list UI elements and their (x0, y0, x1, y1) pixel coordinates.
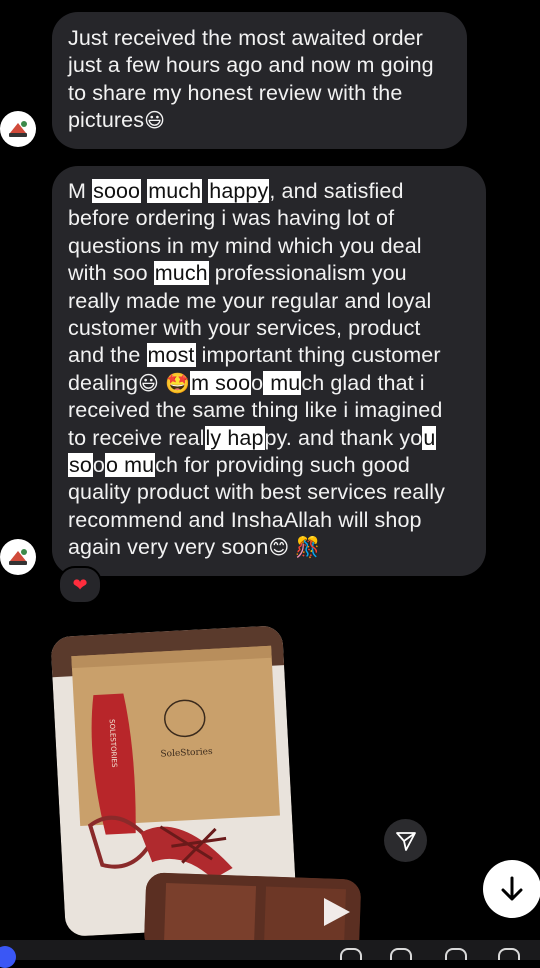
message-line: really made me your regular and loyal (68, 288, 470, 315)
message-line: dealing😃 🤩m sooo much glad that i (68, 370, 470, 397)
emoji: 🎊 (295, 535, 321, 560)
highlighted-text: o mu (104, 453, 156, 478)
add-icon[interactable] (498, 948, 520, 960)
send-icon[interactable] (384, 819, 427, 862)
message-text: py. and thank yo (264, 425, 423, 450)
sticker-icon[interactable] (445, 948, 467, 960)
highlighted-text: so (68, 453, 93, 478)
message-line: M sooo much happy, and satisfied (68, 178, 470, 205)
message-text: just a few hours ago and now m going (68, 53, 434, 78)
message-text: pictures (68, 108, 145, 133)
message-line: customer with your services, product (68, 315, 470, 342)
message-text: o (92, 453, 105, 478)
avatar-logo-icon (1, 112, 35, 146)
highlighted-text: ly hap (204, 425, 265, 450)
emoji: 😃 (138, 370, 159, 395)
highlighted-text: happy (208, 179, 270, 203)
message-line: quality product with best services reall… (68, 479, 470, 506)
message-text: ch for providing such good (155, 453, 410, 478)
message-line: sooo much for providing such good (68, 452, 470, 479)
message-line: questions in my mind which you deal (68, 233, 470, 260)
highlighted-text: mu (263, 370, 302, 395)
message-text: recommend and InshaAllah will shop (68, 507, 422, 532)
highlighted-text: u (422, 425, 437, 450)
message-line: to share my honest review with the (68, 80, 451, 107)
message-text: customer with your services, product (68, 316, 421, 341)
message-text: , and satisfied (269, 179, 404, 203)
highlighted-text: most (146, 343, 196, 368)
message-text: Just received the most awaited order (68, 26, 423, 50)
emoji: 😊 (268, 535, 290, 560)
heart-reaction[interactable]: ❤ (58, 566, 102, 604)
heart-icon: ❤ (72, 574, 88, 595)
message-line: recommend and InshaAllah will shop (68, 507, 470, 534)
message-text: questions in my mind which you deal (68, 233, 422, 258)
message-text: dealing (68, 370, 139, 395)
sender-avatar[interactable] (0, 111, 36, 147)
message-text: really made me your regular and loyal (68, 288, 432, 313)
gallery-icon[interactable] (390, 948, 412, 960)
message-text: before ordering i was having lot of (68, 206, 395, 231)
message-bubble-1[interactable]: Just received the most awaited order just… (52, 12, 467, 149)
message-text: to share my honest review with the (68, 80, 403, 105)
highlighted-text: much (147, 179, 203, 203)
message-line: to receive really happy. and thank you (68, 425, 470, 452)
message-text: again very very soon (68, 535, 269, 560)
microphone-icon[interactable] (340, 948, 362, 960)
message-line: Just received the most awaited order (68, 25, 451, 52)
message-text: quality product with best services reall… (68, 480, 445, 505)
message-text: with soo (68, 261, 154, 286)
message-text: to receive real (68, 425, 205, 450)
emoji: 🤩 (165, 370, 191, 395)
message-bubble-2[interactable]: M sooo much happy, and satisfied before o… (52, 166, 486, 576)
message-line: again very very soon😊 🎊 (68, 534, 470, 561)
message-line: with soo much professionalism you (68, 260, 470, 287)
message-text: M (68, 179, 93, 203)
message-text: and the (68, 343, 147, 368)
message-text: professionalism you (208, 261, 407, 286)
message-line: before ordering i was having lot of (68, 205, 470, 232)
arrow-down-icon[interactable] (483, 860, 540, 918)
message-text: important thing customer (195, 343, 441, 368)
camera-icon[interactable] (0, 946, 16, 968)
highlighted-text: m soo (190, 370, 252, 395)
message-line: pictures😃 (68, 107, 451, 134)
highlighted-text: much (153, 261, 209, 286)
avatar-logo-icon (1, 540, 35, 574)
play-icon[interactable] (320, 896, 352, 928)
message-line: received the same thing like i imagined (68, 397, 470, 424)
message-text: ch glad that i (301, 370, 425, 395)
message-text: received the same thing like i imagined (68, 398, 443, 423)
highlighted-text: sooo (92, 179, 142, 203)
message-line: just a few hours ago and now m going (68, 52, 451, 79)
emoji: 😃 (144, 108, 166, 133)
message-line: and the most important thing customer (68, 342, 470, 369)
message-text: o (251, 370, 264, 395)
sender-avatar[interactable] (0, 539, 36, 575)
